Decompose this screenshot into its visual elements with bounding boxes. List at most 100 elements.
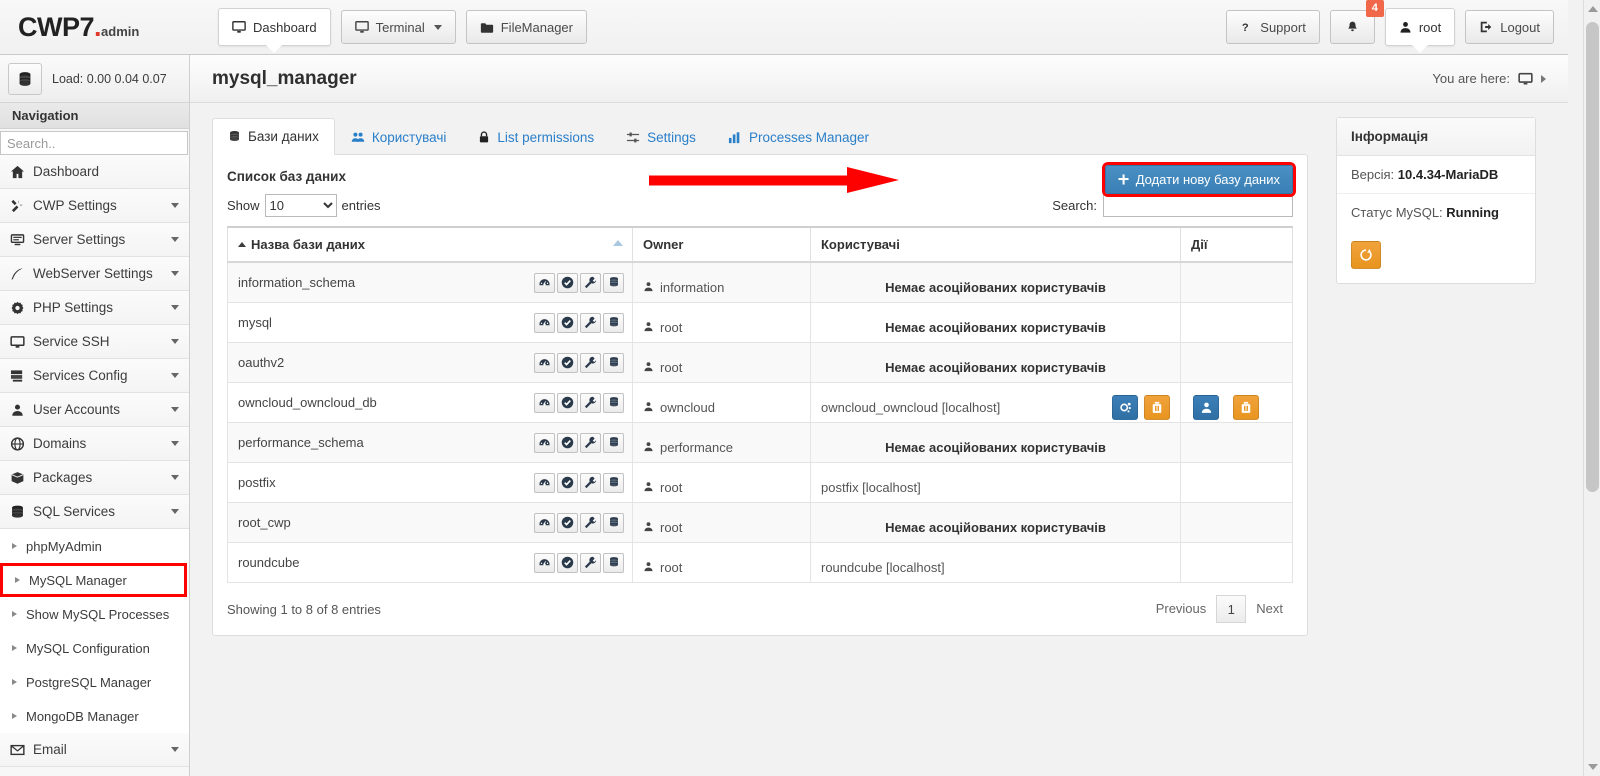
bell-icon [1346, 20, 1359, 34]
database-icon-button[interactable] [603, 512, 624, 533]
monitor-icon[interactable] [1518, 72, 1533, 86]
speedometer-icon-button[interactable] [534, 272, 555, 293]
manage-user-privileges-button[interactable] [1112, 394, 1138, 420]
sidebar-item-cwp-settings[interactable]: CWP Settings [0, 189, 189, 223]
delete-user-button[interactable] [1144, 394, 1170, 420]
sidebar-item-user-accounts[interactable]: User Accounts [0, 393, 189, 427]
table-search-input[interactable] [1103, 194, 1293, 217]
column-header-users[interactable]: Користувачі [810, 226, 1181, 263]
column-header-actions[interactable]: Дії [1180, 226, 1293, 263]
column-header-name[interactable]: Назва бази даних [227, 226, 633, 263]
check-circle-icon-button[interactable] [557, 272, 578, 293]
pagination-page-1[interactable]: 1 [1216, 595, 1247, 623]
speedometer-icon-button[interactable] [534, 352, 555, 373]
tab-list-permissions[interactable]: List permissions [462, 118, 610, 155]
column-header-owner[interactable]: Owner [632, 226, 811, 263]
sidebar-search-input[interactable] [0, 131, 188, 155]
sidebar-item-php-settings[interactable]: PHP Settings [0, 291, 189, 325]
speedometer-icon-button[interactable] [534, 512, 555, 533]
sidebar-item-sql-services[interactable]: SQL Services [0, 495, 189, 529]
check-circle-icon-button[interactable] [557, 552, 578, 573]
database-icon-button[interactable] [603, 392, 624, 413]
wrench-icon-button[interactable] [580, 272, 601, 293]
speedometer-icon-button[interactable] [534, 312, 555, 333]
wrench-icon-button[interactable] [580, 512, 601, 533]
pagination-next[interactable]: Next [1246, 595, 1293, 623]
table-header-row: Назва бази даних Owner Користувачі Дії [227, 226, 1293, 263]
sidebar-item-postgresql-manager[interactable]: PostgreSQL Manager [0, 665, 189, 699]
tab-label: Processes Manager [748, 129, 869, 145]
speedometer-icon-button[interactable] [534, 432, 555, 453]
tab-users[interactable]: Користувачі [335, 118, 463, 155]
check-circle-icon-button[interactable] [557, 312, 578, 333]
no-users-text: Немає асоційованих користувачів [885, 439, 1106, 455]
check-circle-icon-button[interactable] [557, 392, 578, 413]
wrench-icon-button[interactable] [580, 392, 601, 413]
tab-label: Бази даних [248, 129, 319, 144]
user-menu-button[interactable]: root [1384, 8, 1456, 53]
monitor-icon [232, 20, 246, 34]
sidebar-item-email[interactable]: Email [0, 733, 189, 767]
sidebar-item-webserver-settings[interactable]: WebServer Settings [0, 257, 189, 291]
database-icon-button[interactable] [603, 272, 624, 293]
check-circle-icon-button[interactable] [557, 432, 578, 453]
sidebar-item-service-ssh[interactable]: Service SSH [0, 325, 189, 359]
info-status-value: Running [1446, 205, 1500, 220]
nav-button-dashboard[interactable]: Dashboard [218, 8, 331, 53]
wrench-icon-button[interactable] [580, 552, 601, 573]
sidebar-item-mongodb-manager[interactable]: MongoDB Manager [0, 699, 189, 733]
support-button[interactable]: ? Support [1226, 10, 1320, 44]
sidebar-item-dashboard[interactable]: Dashboard [0, 155, 189, 189]
database-icon-button[interactable] [603, 552, 624, 573]
database-icon-button[interactable] [603, 472, 624, 493]
add-user-to-database-button[interactable] [1193, 394, 1219, 420]
speedometer-icon-button[interactable] [534, 472, 555, 493]
speedometer-icon-button[interactable] [534, 392, 555, 413]
wrench-icon-button[interactable] [580, 352, 601, 373]
check-circle-icon-button[interactable] [557, 512, 578, 533]
speedometer-icon-button[interactable] [534, 552, 555, 573]
row-icon-buttons [534, 312, 624, 333]
entries-per-page-select[interactable]: 102550100 [264, 194, 337, 217]
scrollbar-thumb[interactable] [1586, 22, 1599, 492]
refresh-status-button[interactable] [1351, 241, 1381, 269]
database-name: root_cwp [238, 515, 291, 530]
notifications-button[interactable]: 4 [1329, 0, 1384, 44]
sidebar-item-phpmyadmin[interactable]: phpMyAdmin [0, 529, 189, 563]
owner-name: information [660, 279, 725, 295]
logout-button[interactable]: Logout [1465, 10, 1554, 44]
pagination-previous[interactable]: Previous [1146, 595, 1217, 623]
sidebar-item-domains[interactable]: Domains [0, 427, 189, 461]
load-text: Load: 0.00 0.04 0.07 [52, 71, 167, 86]
sidebar-item-show-mysql-processes[interactable]: Show MySQL Processes [0, 597, 189, 631]
envelope-icon [10, 743, 25, 757]
sidebar-item-mysql-configuration[interactable]: MySQL Configuration [0, 631, 189, 665]
scroll-down-icon[interactable] [1588, 764, 1598, 770]
page-scrollbar[interactable] [1583, 0, 1600, 776]
wrench-icon-button[interactable] [580, 472, 601, 493]
info-status-row: Статус MySQL: Running [1337, 194, 1535, 231]
check-circle-icon-button[interactable] [557, 352, 578, 373]
scroll-up-icon[interactable] [1588, 6, 1598, 12]
check-circle-icon-button[interactable] [557, 472, 578, 493]
sidebar-item-packages[interactable]: Packages [0, 461, 189, 495]
search-label: Search: [1052, 198, 1097, 213]
brand-dot: . [94, 11, 102, 42]
delete-database-button[interactable] [1233, 394, 1259, 420]
refresh-icon [1360, 249, 1372, 261]
wrench-icon-button[interactable] [580, 312, 601, 333]
tab-settings[interactable]: Settings [610, 118, 712, 155]
database-icon-button[interactable] [603, 352, 624, 373]
database-icon-button[interactable] [603, 432, 624, 453]
sidebar-item-mysql-manager[interactable]: MySQL Manager [0, 563, 187, 597]
database-name: information_schema [238, 275, 356, 290]
nav-button-terminal[interactable]: Terminal [340, 10, 456, 44]
add-database-button[interactable]: Додати нову базу даних [1104, 165, 1293, 194]
sidebar-item-server-settings[interactable]: Server Settings [0, 223, 189, 257]
sidebar-item-services-config[interactable]: Services Config [0, 359, 189, 393]
nav-button-filemanager[interactable]: FileManager [465, 10, 587, 44]
wrench-icon-button[interactable] [580, 432, 601, 453]
database-icon-button[interactable] [603, 312, 624, 333]
tab-databases[interactable]: Бази даних [212, 118, 335, 155]
tab-processes-manager[interactable]: Processes Manager [712, 118, 885, 155]
